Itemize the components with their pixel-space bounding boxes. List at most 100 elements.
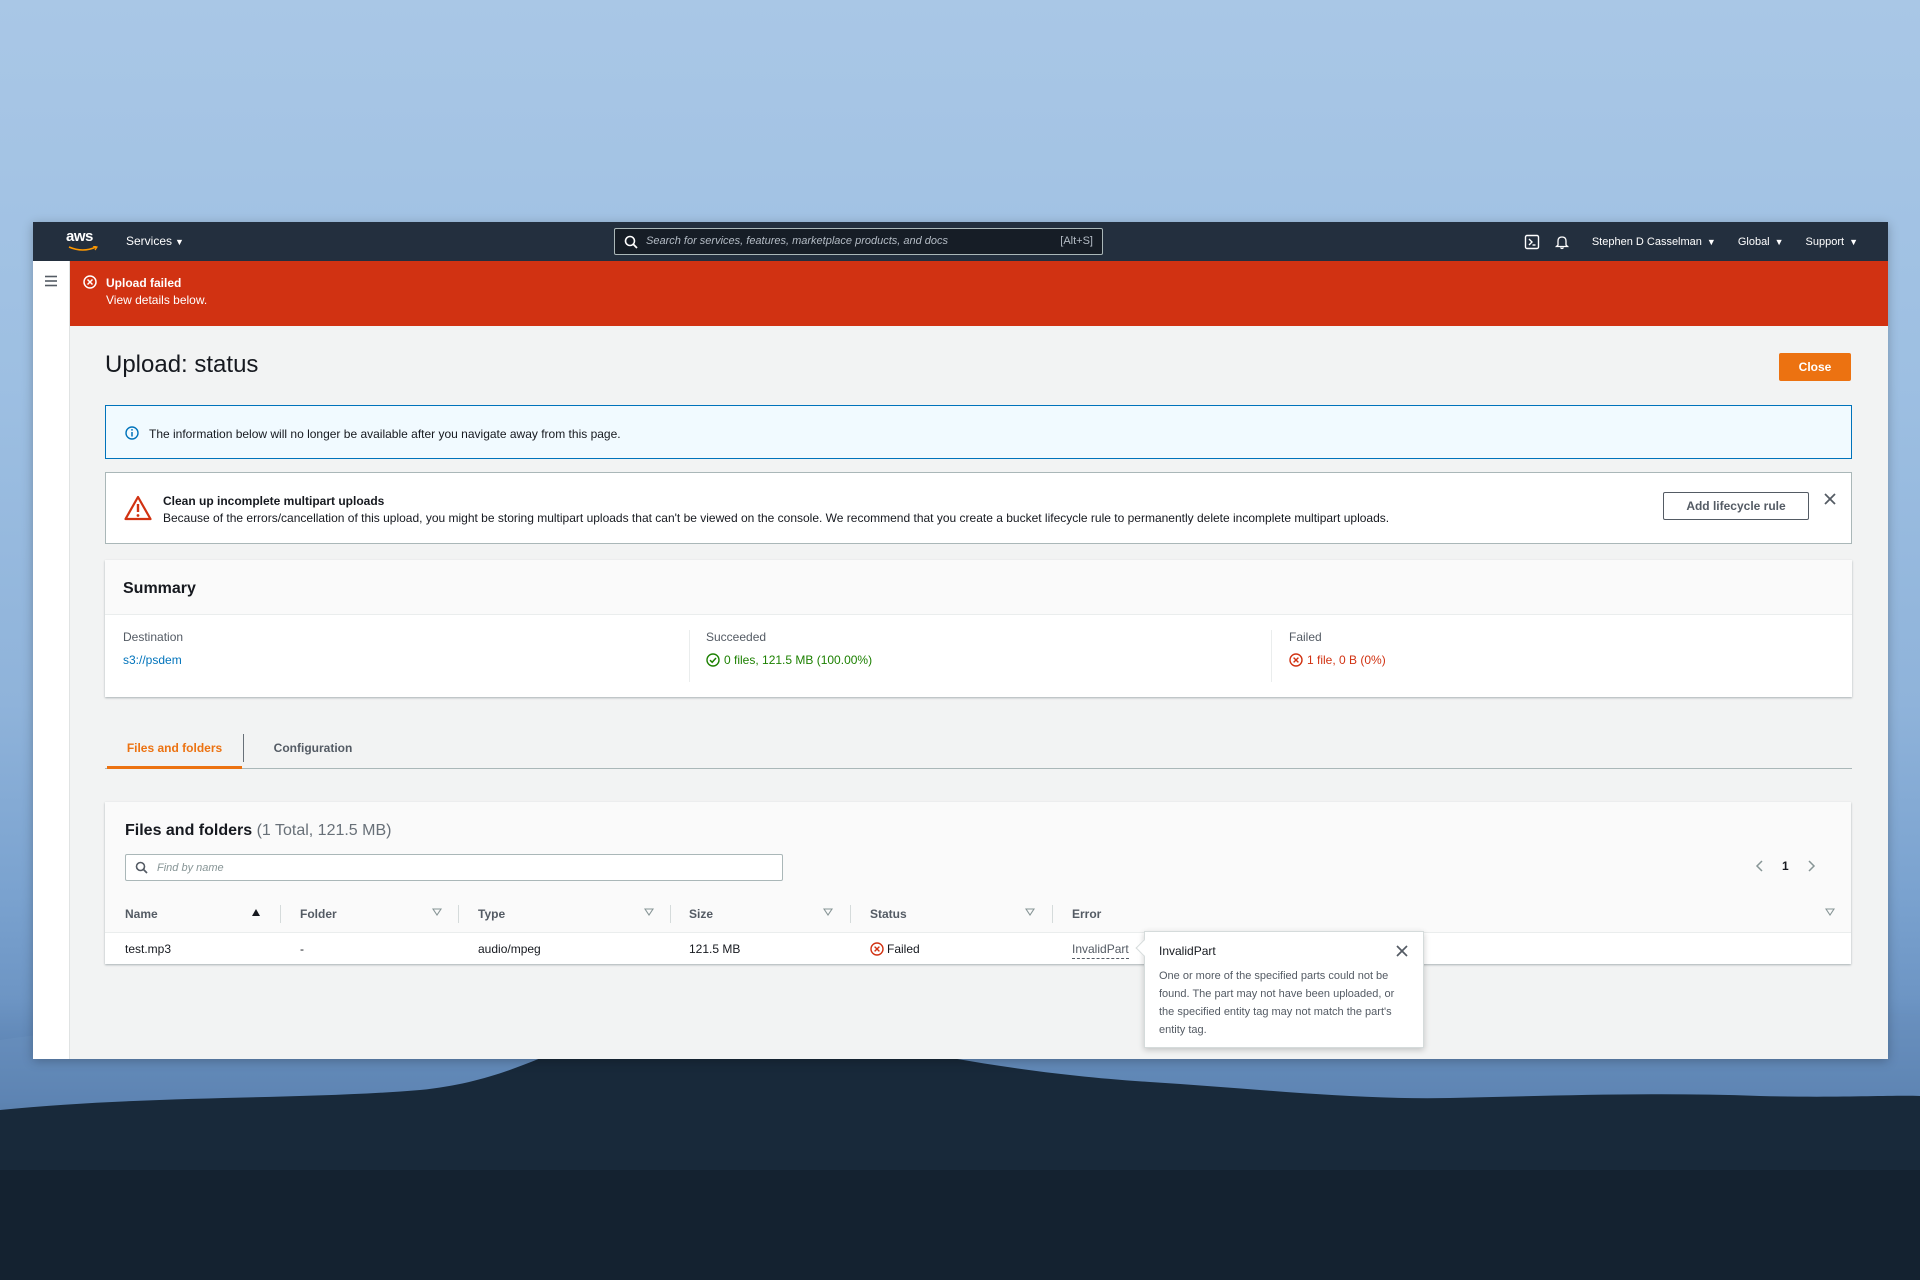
chevron-left-icon[interactable] [1754, 859, 1766, 873]
error-flashbar: Upload failed View details below. [70, 261, 1888, 326]
error-popover-trigger[interactable]: InvalidPart [1072, 942, 1129, 959]
info-icon [125, 426, 139, 440]
tab-files-and-folders[interactable]: Files and folders [107, 727, 242, 769]
nav-right: Stephen D Casselman ▼ Global ▼ Support ▼ [1524, 234, 1858, 250]
aws-smile-icon [68, 246, 98, 251]
search-icon [135, 861, 148, 874]
hamburger-menu-icon[interactable] [44, 275, 58, 287]
tab-configuration[interactable]: Configuration [258, 727, 368, 769]
succeeded-text: 0 files, 121.5 MB (100.00%) [724, 653, 873, 667]
summary-divider [689, 630, 690, 682]
column-separator [280, 905, 281, 923]
top-navigation: aws Services ▼ Search for services, featu… [33, 222, 1888, 261]
summary-divider [1271, 630, 1272, 682]
search-shortcut: [Alt+S] [1060, 235, 1093, 247]
multipart-warning: Clean up incomplete multipart uploads Be… [105, 472, 1852, 544]
files-count: (1 Total, 121.5 MB) [256, 822, 392, 839]
sort-icon[interactable] [1825, 907, 1835, 917]
sort-ascending-icon[interactable] [251, 907, 261, 917]
cell-size: 121.5 MB [689, 942, 741, 956]
close-icon[interactable] [1823, 492, 1837, 506]
support-menu[interactable]: Support ▼ [1806, 236, 1858, 248]
popover-body: One or more of the specified parts could… [1159, 970, 1395, 1036]
caret-down-icon: ▼ [1774, 237, 1784, 247]
files-header [105, 802, 1851, 895]
table-header: Name Folder Type Size Status Error [105, 895, 1851, 933]
column-header-type[interactable]: Type [478, 907, 505, 921]
sort-icon[interactable] [644, 907, 654, 917]
summary-destination: Destination s3://psdem [123, 630, 183, 667]
cell-error: InvalidPart [1072, 942, 1129, 959]
error-popover: InvalidPart One or more of the specified… [1135, 931, 1424, 1048]
column-separator [458, 905, 459, 923]
find-by-name-input[interactable]: Find by name [125, 854, 783, 881]
flash-title: Upload failed [106, 276, 182, 290]
page-number[interactable]: 1 [1782, 859, 1789, 873]
status-text: Failed [887, 942, 920, 956]
find-placeholder: Find by name [157, 862, 224, 874]
bell-icon[interactable] [1554, 234, 1570, 250]
tab-bar: Files and folders Configuration [105, 727, 1852, 769]
failed-value: 1 file, 0 B (0%) [1289, 653, 1386, 667]
user-menu[interactable]: Stephen D Casselman ▼ [1592, 236, 1716, 248]
summary-failed: Failed 1 file, 0 B (0%) [1289, 630, 1386, 667]
user-name: Stephen D Casselman [1591, 236, 1702, 248]
global-search[interactable]: Search for services, features, marketpla… [614, 228, 1103, 255]
close-icon[interactable] [1395, 944, 1409, 958]
column-header-size[interactable]: Size [689, 907, 713, 921]
tab-separator [243, 734, 244, 762]
sort-icon[interactable] [1025, 907, 1035, 917]
column-header-folder[interactable]: Folder [300, 907, 337, 921]
check-circle-icon [706, 653, 720, 667]
search-placeholder: Search for services, features, marketpla… [646, 235, 949, 247]
sort-icon[interactable] [432, 907, 442, 917]
column-header-status[interactable]: Status [870, 907, 907, 921]
cell-name: test.mp3 [125, 942, 172, 956]
column-header-error[interactable]: Error [1072, 907, 1101, 921]
succeeded-label: Succeeded [706, 630, 767, 644]
cloudshell-icon[interactable] [1524, 234, 1540, 250]
cell-status: Failed [870, 942, 920, 956]
warning-text: Because of the errors/cancellation of th… [163, 511, 1390, 525]
summary-succeeded: Succeeded 0 files, 121.5 MB (100.00%) [706, 630, 872, 667]
chevron-right-icon[interactable] [1805, 859, 1817, 873]
popover-title: InvalidPart [1159, 944, 1216, 958]
succeeded-value: 0 files, 121.5 MB (100.00%) [706, 653, 872, 667]
caret-down-icon: ▼ [1849, 237, 1858, 247]
info-text: The information below will no longer be … [149, 427, 621, 441]
summary-panel: Summary Destination s3://psdem Succeeded… [105, 560, 1852, 697]
warning-triangle-icon [124, 495, 152, 521]
files-title-text: Files and folders [125, 822, 253, 839]
sort-icon[interactable] [823, 907, 833, 917]
services-menu[interactable]: Services ▼ [126, 234, 184, 248]
destination-label: Destination [123, 630, 184, 644]
summary-title: Summary [123, 580, 196, 597]
error-circle-icon [870, 942, 884, 956]
region-name: Global [1737, 236, 1770, 248]
destination-link[interactable]: s3://psdem [123, 653, 183, 667]
column-separator [1052, 905, 1053, 923]
table-row: test.mp3 - audio/mpeg 121.5 MB Failed In… [105, 933, 1851, 962]
support-label: Support [1805, 236, 1845, 248]
error-circle-icon [83, 275, 97, 289]
cell-type: audio/mpeg [478, 942, 541, 956]
error-circle-icon [1289, 653, 1303, 667]
failed-label: Failed [1289, 630, 1322, 644]
close-button[interactable]: Close [1779, 353, 1851, 381]
caret-down-icon: ▼ [1706, 237, 1716, 247]
column-header-name[interactable]: Name [125, 907, 158, 921]
cell-folder: - [300, 942, 304, 956]
info-alert: The information below will no longer be … [105, 405, 1852, 459]
flash-subtitle: View details below. [106, 293, 208, 307]
page-title: Upload: status [105, 351, 259, 378]
aws-logo[interactable]: aws [66, 228, 102, 254]
files-table-panel: Files and folders (1 Total, 121.5 MB) Fi… [105, 802, 1851, 964]
warning-title: Clean up incomplete multipart uploads [163, 494, 385, 508]
add-lifecycle-rule-button[interactable]: Add lifecycle rule [1663, 492, 1809, 520]
services-label: Services [126, 234, 173, 248]
column-separator [670, 905, 671, 923]
region-menu[interactable]: Global ▼ [1738, 236, 1784, 248]
caret-down-icon: ▼ [175, 237, 184, 247]
aws-logo-text: aws [66, 228, 93, 245]
sidebar-toggle-strip [33, 261, 70, 1059]
